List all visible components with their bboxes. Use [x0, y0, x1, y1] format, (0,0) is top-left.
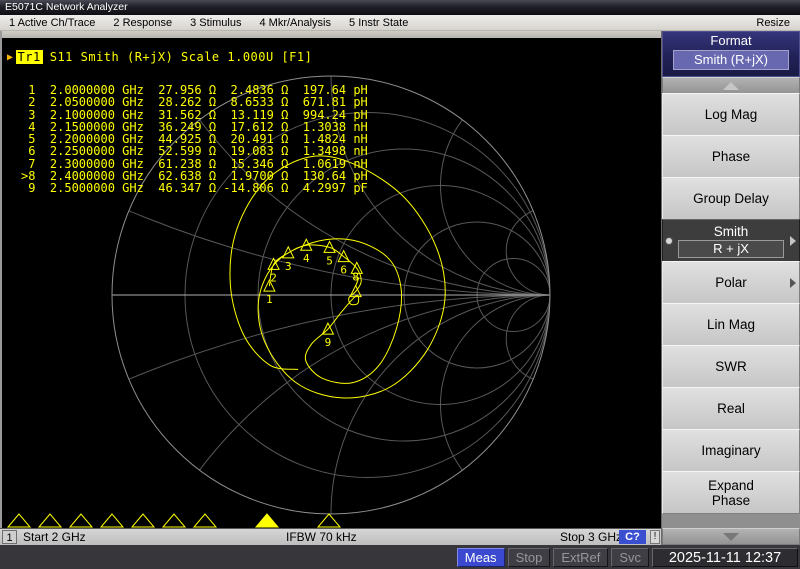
- stop-frequency-label: Stop 3 GHz: [560, 530, 623, 544]
- softkey-group-delay[interactable]: Group Delay: [662, 177, 800, 220]
- softkey-menu: Format Smith (R+jX) Log Mag Phase Group De…: [661, 31, 800, 545]
- softkey-label: Lin Mag: [706, 317, 756, 332]
- softkey-label: SWR: [715, 359, 747, 374]
- softkey-label: Log Mag: [704, 107, 758, 122]
- softkey-log-mag[interactable]: Log Mag: [662, 93, 800, 136]
- resize-button[interactable]: Resize: [756, 17, 800, 29]
- marker-table-row: 9 2.5000000 GHz 46.347 Ω -14.806 Ω 4.299…: [21, 181, 368, 196]
- window-title: E5071C Network Analyzer: [5, 1, 128, 13]
- selected-dot-icon: [665, 236, 673, 245]
- menu-item-3[interactable]: 3 Stimulus: [181, 17, 250, 29]
- softkey-real[interactable]: Real: [662, 387, 800, 430]
- softkey-polar[interactable]: Polar: [662, 261, 800, 304]
- ifbw-label: IFBW 70 kHz: [286, 530, 357, 544]
- scroll-up-icon: [723, 81, 739, 90]
- indicator-svc: Svc: [611, 547, 649, 567]
- trace-name[interactable]: Tr1: [15, 50, 43, 64]
- instrument-window: E5071C Network Analyzer 1 Active Ch/Trac…: [0, 0, 800, 569]
- submenu-arrow-icon: [790, 277, 796, 288]
- status-bar: 1 Start 2 GHz IFBW 70 kHz Stop 3 GHz C? …: [0, 528, 661, 545]
- top-strip: [0, 31, 661, 38]
- softkey-scroll-down[interactable]: [662, 528, 800, 545]
- softkey-expand-phase[interactable]: Expand Phase: [662, 471, 800, 514]
- calibration-badge: C?: [619, 530, 646, 544]
- scroll-down-icon: [723, 532, 739, 541]
- softkey-label: Expand Phase: [708, 477, 754, 508]
- active-trace-arrow-icon: ▶: [7, 51, 14, 63]
- indicator-meas: Meas: [456, 547, 505, 567]
- softkey-smith[interactable]: Smith R + jX: [662, 219, 800, 262]
- softkey-sub-value: R + jX: [678, 239, 784, 258]
- channel-number-box: 1: [2, 530, 17, 544]
- warning-indicator: !: [650, 530, 660, 544]
- trace-header: ▶ Tr1 S11 Smith (R+jX) Scale 1.000U [F1]: [7, 50, 312, 64]
- softkey-label: Group Delay: [693, 191, 769, 206]
- softkey-swr[interactable]: SWR: [662, 345, 800, 388]
- marker-table-row: 6 2.2500000 GHz 52.599 Ω 19.083 Ω 1.3498…: [21, 144, 368, 159]
- submenu-arrow-icon: [790, 235, 796, 246]
- trace-format-label: S11 Smith (R+jX) Scale 1.000U [F1]: [49, 50, 313, 64]
- softkey-label: Real: [717, 401, 745, 416]
- indicator-stop: Stop: [507, 547, 551, 567]
- indicator-extref: ExtRef: [553, 547, 609, 567]
- softkey-label: Phase: [711, 149, 751, 164]
- softkey-imaginary[interactable]: Imaginary: [662, 429, 800, 472]
- softkey-menu-title: Format: [710, 33, 752, 48]
- title-bar: E5071C Network Analyzer: [0, 0, 800, 15]
- datetime-display: 2025-11-11 12:37: [652, 547, 798, 567]
- menu-item-4[interactable]: 4 Mkr/Analysis: [250, 17, 340, 29]
- menu-bar: 1 Active Ch/Trace 2 Response 3 Stimulus 4 M…: [0, 15, 800, 31]
- marker-table: 1 2.0000000 GHz 27.956 Ω 2.4836 Ω 197.64…: [21, 84, 368, 195]
- window-left-border: [0, 31, 2, 545]
- instrument-status-bar: Meas Stop ExtRef Svc 2025-11-11 12:37: [0, 545, 800, 569]
- softkey-scroll-up[interactable]: [662, 77, 800, 94]
- start-frequency-label: Start 2 GHz: [23, 530, 86, 544]
- current-format-value: Smith (R+jX): [673, 50, 789, 70]
- softkey-label: Smith R + jX: [675, 224, 787, 258]
- menu-item-5[interactable]: 5 Instr State: [340, 17, 417, 29]
- softkey-lin-mag[interactable]: Lin Mag: [662, 303, 800, 346]
- softkey-phase[interactable]: Phase: [662, 135, 800, 178]
- marker-table-row: 2 2.0500000 GHz 28.262 Ω 8.6533 Ω 671.81…: [21, 95, 368, 110]
- menu-item-2[interactable]: 2 Response: [104, 17, 181, 29]
- softkey-menu-header: Format Smith (R+jX): [662, 31, 800, 77]
- menu-item-1[interactable]: 1 Active Ch/Trace: [0, 17, 104, 29]
- softkey-label: Polar: [715, 275, 747, 290]
- softkey-label: Imaginary: [701, 443, 761, 458]
